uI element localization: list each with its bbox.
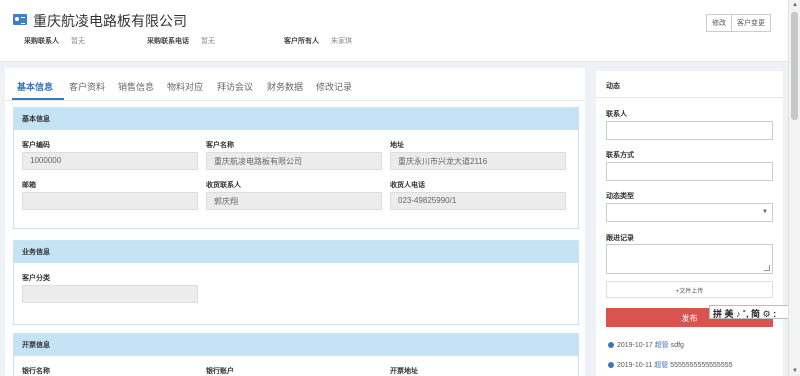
tab-basic-info[interactable]: 基本信息 — [17, 80, 53, 93]
ime-toolbar[interactable]: 拼 美 ♪ ˚, 简 ⚙ : — [709, 305, 800, 319]
receiver-field[interactable]: 郭庆翔 — [206, 192, 382, 210]
field-label: 客户编码 — [22, 142, 50, 149]
purchase-phone: 采购联系电话 暂无 — [147, 38, 215, 45]
field-label: 跟进记录 — [606, 235, 634, 242]
invoice-info-section: 开票信息 银行名称 银行账户 开票地址 — [13, 333, 579, 376]
panel-title: 动态 — [606, 83, 620, 90]
address-field[interactable]: 重庆永川市兴龙大道2116 — [390, 152, 566, 170]
tab-visit-meetings[interactable]: 拜访会议 — [217, 80, 253, 93]
activity-author-link[interactable]: 超管 — [654, 362, 668, 369]
activity-item: 2019-10-11 超管 5555555555555555 — [608, 360, 733, 370]
tab-customer-docs[interactable]: 客户资料 — [69, 80, 105, 93]
basic-info-section: 基本信息 客户编码 1000000 客户名称 重庆航凌电路板有限公司 地址 重庆… — [13, 107, 579, 229]
email-field[interactable] — [22, 192, 198, 210]
activity-item: 2019-10-17 超管 sdfg — [608, 340, 684, 350]
customer-change-button[interactable]: 客户变更 — [731, 14, 771, 32]
section-title: 开票信息 — [14, 334, 578, 356]
scroll-up-icon[interactable]: ▲ — [792, 2, 798, 8]
bullet-icon — [608, 342, 614, 348]
field-label: 联系方式 — [606, 152, 634, 159]
file-upload-button[interactable]: +文件上传 — [606, 281, 773, 298]
bullet-icon — [608, 362, 614, 368]
field-label: 联系人 — [606, 111, 627, 118]
field-label: 收货联系人 — [206, 182, 241, 189]
customer-name-field[interactable]: 重庆航凌电路板有限公司 — [206, 152, 382, 170]
tab-sales-info[interactable]: 销售信息 — [118, 80, 154, 93]
divider — [596, 97, 783, 98]
purchase-contact: 采购联系人 暂无 — [24, 38, 85, 45]
field-label: 客户名称 — [206, 142, 234, 149]
tab-bar: 基本信息 客户资料 销售信息 物料对应 拜访会议 财务数据 修改记录 — [5, 68, 585, 101]
active-tab-indicator — [12, 98, 64, 100]
field-label: 银行名称 — [22, 368, 50, 375]
contact-input[interactable] — [606, 121, 773, 140]
customer-code-field[interactable]: 1000000 — [22, 152, 198, 170]
activity-panel: 动态 联系人 联系方式 动态类型 ▼ 跟进记录 +文件上传 发布 2019-10… — [596, 71, 783, 376]
activity-author-link[interactable]: 超管 — [655, 342, 669, 349]
field-label: 银行账户 — [206, 368, 234, 375]
contact-method-input[interactable] — [606, 162, 773, 181]
section-title: 基本信息 — [14, 108, 578, 130]
chevron-down-icon: ▼ — [762, 209, 768, 215]
scrollbar-thumb[interactable] — [791, 12, 798, 120]
contact-card-icon — [13, 14, 27, 25]
customer-header: 重庆航凌电路板有限公司 采购联系人 暂无 采购联系电话 暂无 客户所有人 朱家琪 修改… — [0, 0, 788, 62]
field-label: 邮箱 — [22, 182, 36, 189]
tab-material-mapping[interactable]: 物料对应 — [167, 80, 203, 93]
field-label: 开票地址 — [390, 368, 418, 375]
scroll-down-icon[interactable]: ▼ — [792, 368, 798, 374]
customer-owner: 客户所有人 朱家琪 — [284, 38, 352, 45]
field-label: 地址 — [390, 142, 404, 149]
section-title: 业务信息 — [14, 241, 578, 263]
edit-button[interactable]: 修改 — [706, 14, 732, 32]
tab-change-log[interactable]: 修改记录 — [316, 80, 352, 93]
tab-finance-data[interactable]: 财务数据 — [267, 80, 303, 93]
field-label: 收货人电话 — [390, 182, 425, 189]
field-label: 客户分类 — [22, 275, 50, 282]
main-panel: 基本信息 客户资料 销售信息 物料对应 拜访会议 财务数据 修改记录 基本信息 … — [5, 68, 585, 376]
field-label: 动态类型 — [606, 193, 634, 200]
receiver-phone-field[interactable]: 023-49825990/1 — [390, 192, 566, 210]
page-scrollbar[interactable]: ▲ ▼ — [788, 0, 800, 376]
page-title: 重庆航凌电路板有限公司 — [33, 13, 187, 29]
business-info-section: 业务信息 客户分类 — [13, 240, 579, 325]
follow-up-textarea[interactable] — [606, 244, 773, 274]
activity-type-select[interactable]: ▼ — [606, 203, 773, 222]
customer-category-field[interactable] — [22, 285, 198, 303]
